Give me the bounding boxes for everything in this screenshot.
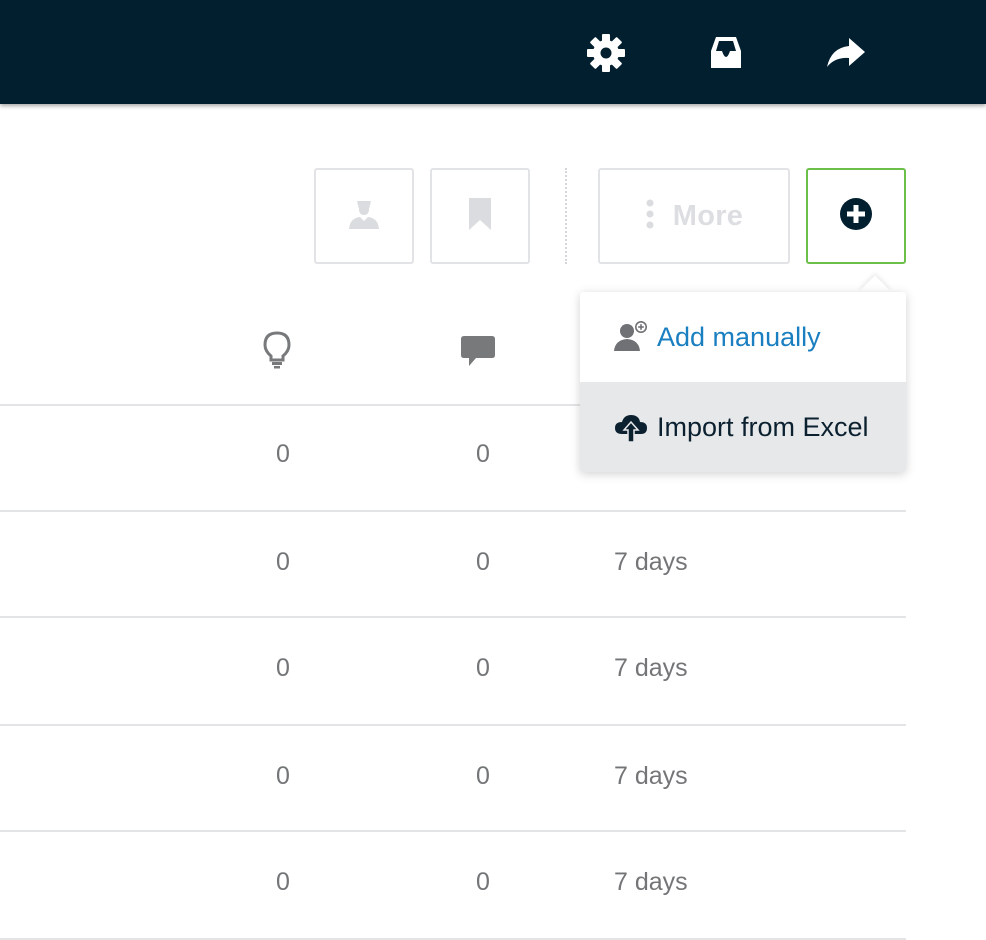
assign-user-button[interactable]: [314, 168, 414, 264]
plus-circle-icon: [839, 197, 873, 236]
bookmark-icon: [467, 197, 493, 236]
more-label: More: [672, 199, 744, 232]
comments-count: 0: [476, 440, 490, 468]
add-user-icon: [614, 320, 648, 354]
vertical-dots-icon: [645, 199, 655, 234]
top-navigation-bar: [0, 0, 986, 104]
import-from-excel-label: Import from Excel: [657, 411, 869, 442]
add-button[interactable]: [806, 168, 906, 264]
comments-count: 0: [476, 548, 490, 576]
ideas-count: 0: [276, 548, 290, 576]
ideas-count: 0: [276, 868, 290, 896]
row-divider: [0, 510, 906, 512]
duration: 7 days: [614, 868, 688, 896]
comments-count: 0: [476, 868, 490, 896]
comments-count: 0: [476, 654, 490, 682]
row-divider: [0, 616, 906, 618]
duration: 7 days: [614, 654, 688, 682]
cloud-upload-icon: [614, 410, 648, 444]
toolbar-divider: [565, 168, 567, 264]
ideas-count: 0: [276, 440, 290, 468]
inbox-icon[interactable]: [705, 32, 747, 74]
ideas-count: 0: [276, 762, 290, 790]
row-divider: [0, 724, 906, 726]
add-dropdown-menu: Add manually Import from Excel: [580, 292, 906, 472]
more-button[interactable]: More: [598, 168, 790, 264]
row-divider: [0, 830, 906, 832]
comments-count: 0: [476, 762, 490, 790]
lightbulb-icon: [262, 330, 292, 375]
duration: 7 days: [614, 548, 688, 576]
gear-icon[interactable]: [585, 32, 627, 74]
comment-icon: [460, 334, 496, 375]
user-icon: [347, 197, 381, 236]
import-from-excel-item[interactable]: Import from Excel: [580, 382, 906, 472]
add-manually-item[interactable]: Add manually: [580, 292, 906, 382]
share-icon[interactable]: [825, 32, 867, 74]
add-manually-label: Add manually: [657, 321, 821, 352]
ideas-count: 0: [276, 654, 290, 682]
duration: 7 days: [614, 762, 688, 790]
bookmark-button[interactable]: [430, 168, 530, 264]
